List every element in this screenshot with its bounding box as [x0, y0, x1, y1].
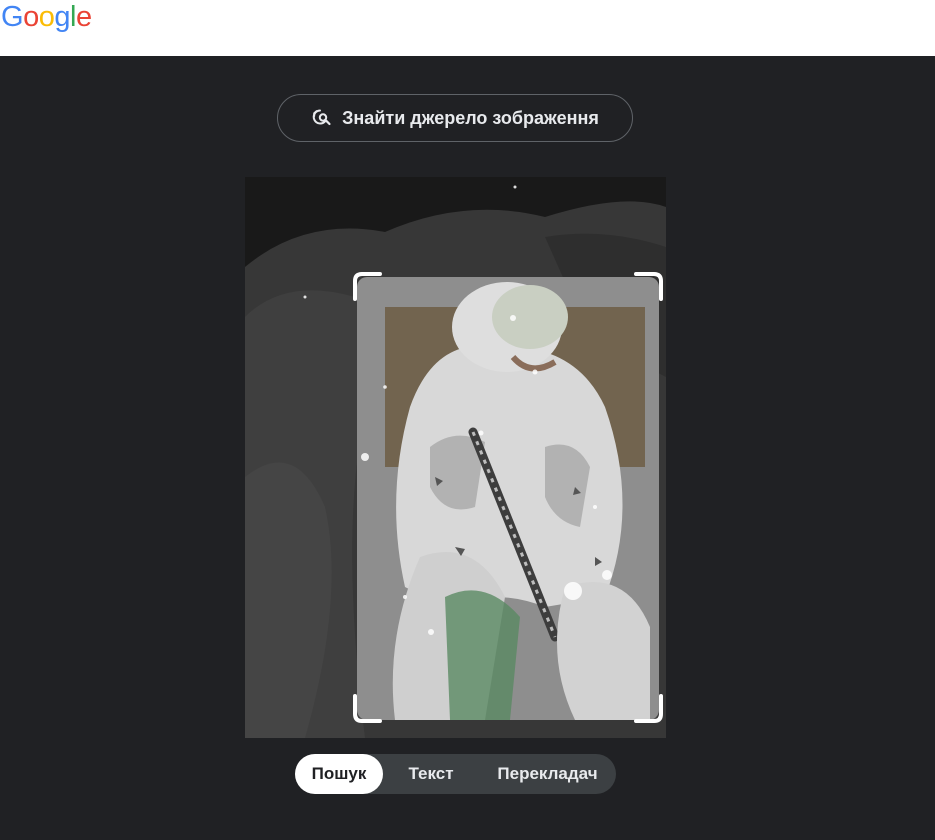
find-image-source-button[interactable]: Знайти джерело зображення	[277, 94, 633, 142]
tab-text[interactable]: Текст	[383, 754, 479, 794]
top-bar: Google	[0, 0, 935, 56]
logo-letter: G	[1, 1, 24, 33]
crop-handle-bottom-right[interactable]	[634, 694, 664, 724]
google-logo[interactable]: Google	[1, 0, 92, 36]
crop-handle-top-right[interactable]	[634, 271, 664, 301]
uploaded-image[interactable]	[245, 177, 666, 738]
logo-letter: o	[23, 1, 39, 33]
logo-letter: e	[75, 1, 92, 33]
lens-search-icon	[311, 107, 333, 129]
photo-illustration	[245, 177, 666, 738]
crop-handle-top-left[interactable]	[352, 271, 382, 301]
find-image-source-label: Знайти джерело зображення	[342, 107, 599, 128]
logo-letter: o	[38, 1, 55, 33]
logo-letter: g	[54, 1, 70, 33]
tab-translate[interactable]: Перекладач	[479, 754, 616, 794]
mode-tabs: Пошук Текст Перекладач	[295, 754, 616, 794]
crop-handle-bottom-left[interactable]	[352, 694, 382, 724]
tab-search[interactable]: Пошук	[295, 754, 383, 794]
crop-region	[357, 277, 659, 720]
